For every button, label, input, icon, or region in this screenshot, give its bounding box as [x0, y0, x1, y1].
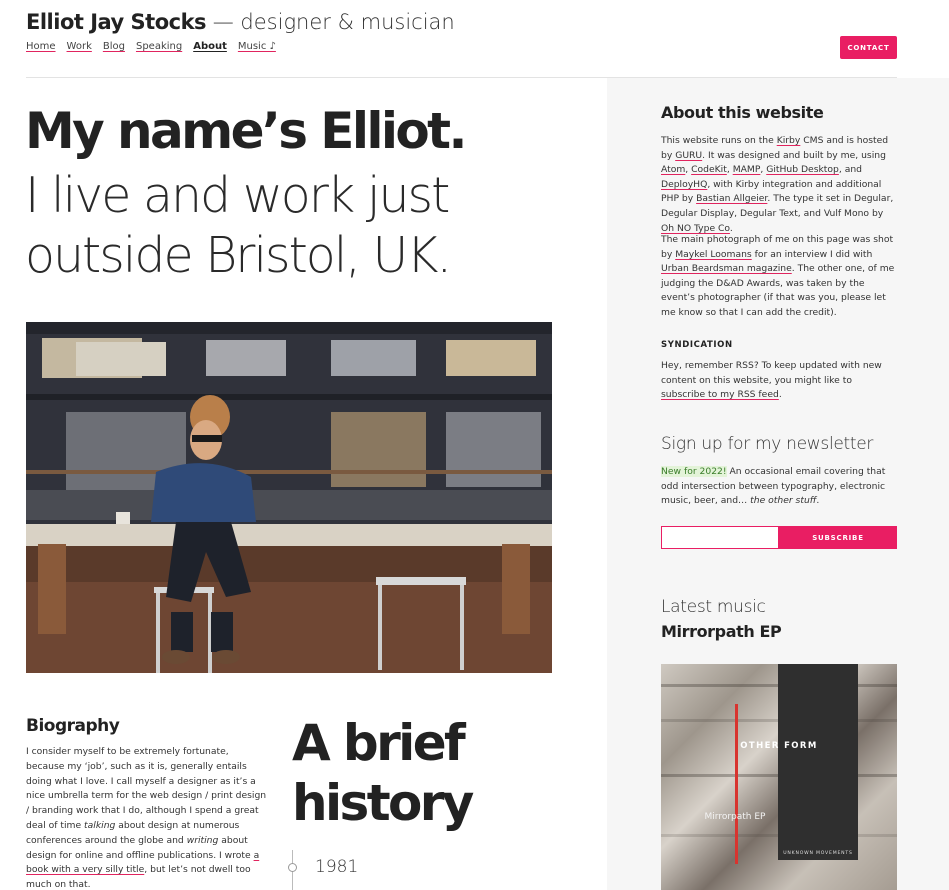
nav-blog[interactable]: Blog — [103, 41, 125, 52]
about-website-heading: About this website — [661, 103, 824, 122]
newsletter-text-emphasis: the other stuff — [750, 495, 817, 507]
bastian-allgeier-link[interactable]: Bastian Allgeier — [696, 193, 767, 204]
syndication-text-segment: Hey, remember RSS? To keep updated with … — [661, 360, 882, 386]
deployhq-link[interactable]: DeployHQ — [661, 179, 707, 190]
portrait-photo — [26, 322, 552, 673]
about-text-segment: . — [729, 222, 733, 234]
kirby-link[interactable]: Kirby — [777, 135, 801, 146]
syndication-text: Hey, remember RSS? To keep updated with … — [661, 359, 897, 403]
latest-music-title[interactable]: Mirrorpath EP — [661, 622, 897, 641]
about-text-segment: . It was designed and built by me, using — [702, 149, 886, 161]
main-nav: Home Work Blog Speaking About Music ♪ — [26, 41, 276, 52]
credit-text-segment: for an interview I did with — [751, 248, 873, 260]
bio-text-emphasis: talking — [84, 819, 116, 831]
rss-feed-link[interactable]: subscribe to my RSS feed — [661, 389, 779, 400]
photo-credit-text: The main photograph of me on this page w… — [661, 233, 897, 321]
nav-about[interactable]: About — [193, 41, 227, 52]
syndication-heading: SYNDICATION — [661, 340, 733, 350]
timeline-dot — [288, 863, 297, 872]
cover-artist: OTHER FORM — [740, 741, 818, 751]
atom-link[interactable]: Atom — [661, 164, 685, 175]
about-website-text: This website runs on the Kirby CMS and i… — [661, 134, 897, 236]
about-text-segment: This website runs on the — [661, 135, 777, 146]
nav-speaking[interactable]: Speaking — [136, 41, 182, 52]
newsletter-description: New for 2022! An occasional email coveri… — [661, 465, 897, 509]
timeline-year: 1981 — [315, 857, 359, 877]
album-cover[interactable]: OTHER FORM Mirrorpath EP UNKNOWN MOVEMEN… — [661, 664, 897, 890]
subscribe-button[interactable]: SUBSCRIBE — [779, 526, 897, 549]
bio-text-emphasis: writing — [186, 834, 219, 846]
mamp-link[interactable]: MAMP — [733, 164, 761, 175]
newsletter-email-input[interactable] — [661, 526, 779, 549]
cover-title: Mirrorpath EP — [704, 812, 766, 822]
cover-red-line — [735, 704, 738, 864]
nav-work[interactable]: Work — [67, 41, 92, 52]
nav-music[interactable]: Music ♪ — [238, 41, 276, 52]
portrait-photo-illustration — [26, 322, 552, 673]
bio-text-segment: I consider myself to be extremely fortun… — [26, 746, 267, 831]
hero-subheading: I live and work just outside Bristol, UK… — [25, 167, 452, 284]
biography-text: I consider myself to be extremely fortun… — [26, 745, 268, 890]
urban-beardsman-link[interactable]: Urban Beardsman magazine — [661, 263, 792, 274]
guru-link[interactable]: GURU — [675, 150, 702, 161]
site-name[interactable]: Elliot Jay Stocks — [26, 10, 207, 34]
oh-no-type-link[interactable]: Oh NO Type Co — [661, 223, 730, 234]
hero-heading: My name’s Elliot. — [25, 102, 467, 160]
newsletter-text-segment: . — [816, 495, 820, 507]
site-tagline: — designer & musician — [206, 10, 455, 34]
nav-home[interactable]: Home — [26, 41, 56, 52]
latest-music-heading: Latest music — [661, 597, 766, 617]
about-text-segment: , and — [838, 164, 863, 176]
cover-dark-band — [778, 664, 858, 860]
contact-button[interactable]: CONTACT — [840, 36, 897, 59]
syndication-text-segment: . — [778, 389, 782, 401]
newsletter-heading: Sign up for my newsletter — [661, 434, 874, 454]
codekit-link[interactable]: CodeKit — [691, 164, 727, 175]
biography-heading: Biography — [26, 716, 120, 736]
brief-history-heading: A brief history — [292, 714, 474, 832]
site-title[interactable]: Elliot Jay Stocks — designer & musician — [26, 10, 455, 34]
github-desktop-link[interactable]: GitHub Desktop — [766, 164, 839, 175]
maykel-loomans-link[interactable]: Maykel Loomans — [675, 249, 752, 260]
cover-label: UNKNOWN MOVEMENTS — [783, 851, 853, 856]
new-badge: New for 2022! — [661, 466, 727, 477]
